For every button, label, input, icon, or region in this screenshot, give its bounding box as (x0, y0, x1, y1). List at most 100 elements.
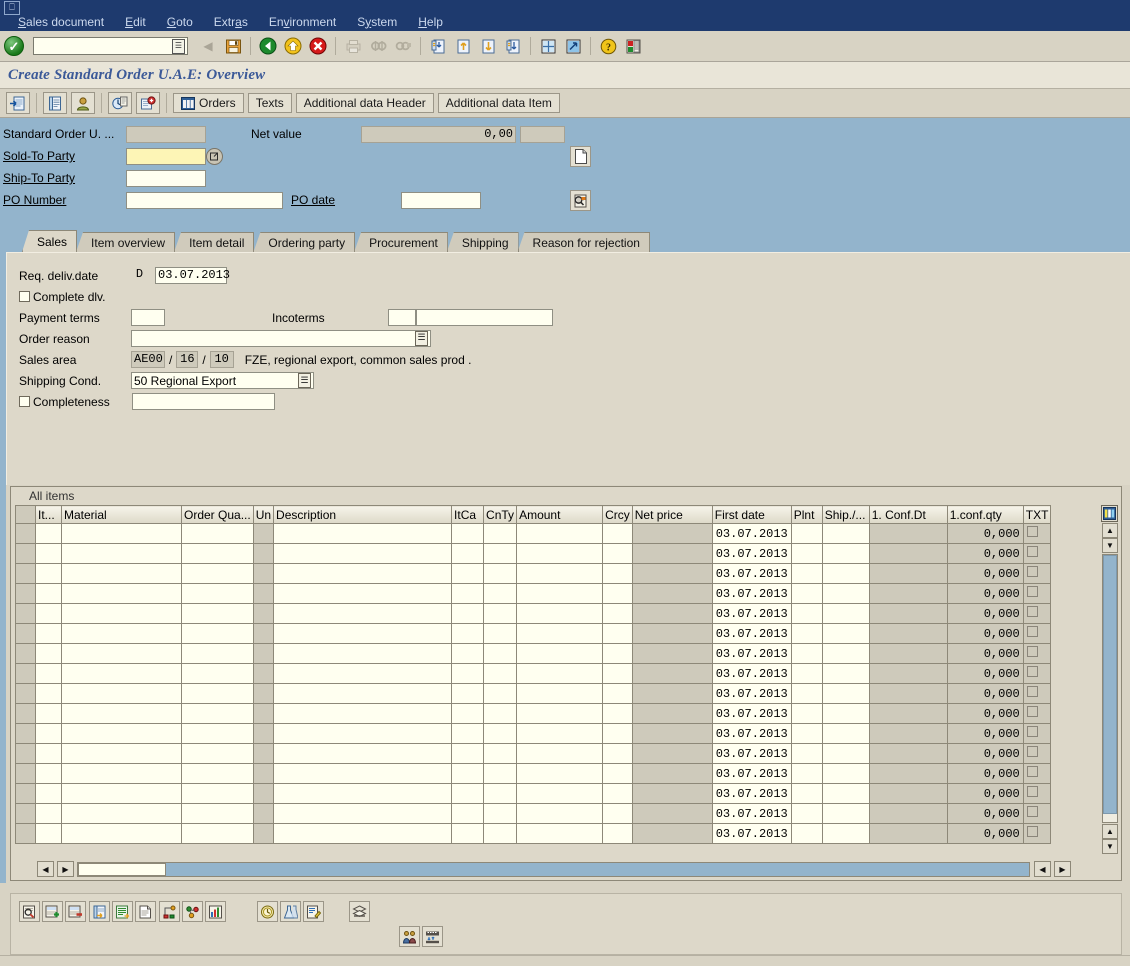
row-text-checkbox[interactable] (1027, 606, 1038, 617)
cell-description[interactable] (274, 764, 452, 784)
cell-crcy[interactable] (603, 764, 633, 784)
cell-first_date[interactable]: 03.07.2013 (712, 624, 791, 644)
cell-plnt[interactable] (791, 664, 822, 684)
cell-amount[interactable] (517, 764, 603, 784)
table-row[interactable]: 03.07.20130,000 (16, 604, 1051, 624)
column-header-txt[interactable]: TXT (1023, 506, 1051, 524)
row-text-checkbox[interactable] (1027, 646, 1038, 657)
cell-plnt[interactable] (791, 804, 822, 824)
cell-ship[interactable] (822, 764, 869, 784)
partners-button[interactable] (399, 926, 420, 947)
cell-plnt[interactable] (791, 824, 822, 844)
blank-document-icon[interactable] (570, 146, 591, 167)
cell-item[interactable] (36, 804, 62, 824)
cell-first_date[interactable]: 03.07.2013 (712, 524, 791, 544)
column-header-conf_qty[interactable]: 1.conf.qty (947, 506, 1023, 524)
item-conditions-button[interactable] (112, 901, 133, 922)
cell-crcy[interactable] (603, 564, 633, 584)
cell-crcy[interactable] (603, 544, 633, 564)
scroll-left-icon[interactable]: ◀ (37, 861, 54, 877)
cell-txt[interactable] (1023, 784, 1051, 804)
cell-crcy[interactable] (603, 604, 633, 624)
cell-material[interactable] (62, 704, 182, 724)
dropdown-list-icon[interactable]: ☰ (298, 373, 311, 388)
cell-item[interactable] (36, 564, 62, 584)
cell-txt[interactable] (1023, 804, 1051, 824)
cell-item[interactable] (36, 744, 62, 764)
cell-itca[interactable] (452, 604, 484, 624)
availability-button[interactable] (108, 92, 132, 114)
cell-itca[interactable] (452, 804, 484, 824)
cell-material[interactable] (62, 744, 182, 764)
column-header-amount[interactable]: Amount (517, 506, 603, 524)
table-row[interactable]: 03.07.20130,000 (16, 824, 1051, 844)
cell-sel[interactable] (16, 744, 36, 764)
cell-material[interactable] (62, 664, 182, 684)
cell-crcy[interactable] (603, 824, 633, 844)
create-session-icon[interactable] (537, 36, 559, 57)
cell-first_date[interactable]: 03.07.2013 (712, 744, 791, 764)
cell-order_qty[interactable] (182, 644, 254, 664)
row-text-checkbox[interactable] (1027, 806, 1038, 817)
row-text-checkbox[interactable] (1027, 746, 1038, 757)
cell-material[interactable] (62, 544, 182, 564)
cell-plnt[interactable] (791, 784, 822, 804)
incoterms-text-field[interactable] (416, 309, 553, 326)
cell-ship[interactable] (822, 564, 869, 584)
cell-material[interactable] (62, 784, 182, 804)
cell-txt[interactable] (1023, 764, 1051, 784)
column-settings-icon[interactable] (1101, 505, 1118, 522)
cell-order_qty[interactable] (182, 784, 254, 804)
cell-material[interactable] (62, 584, 182, 604)
cell-txt[interactable] (1023, 564, 1051, 584)
cell-material[interactable] (62, 604, 182, 624)
po-date-field[interactable] (401, 192, 481, 209)
cell-cnty[interactable] (484, 724, 517, 744)
cell-crcy[interactable] (603, 664, 633, 684)
cell-cnty[interactable] (484, 604, 517, 624)
cell-ship[interactable] (822, 664, 869, 684)
completeness-checkbox[interactable] (19, 396, 30, 407)
cell-itca[interactable] (452, 624, 484, 644)
tab-ordering-party[interactable]: Ordering party (253, 232, 355, 252)
cell-amount[interactable] (517, 824, 603, 844)
cell-crcy[interactable] (603, 524, 633, 544)
cell-material[interactable] (62, 724, 182, 744)
cell-txt[interactable] (1023, 744, 1051, 764)
system-menu-icon[interactable]: ⎕ (4, 1, 20, 15)
cell-description[interactable] (274, 624, 452, 644)
fast-change-button[interactable] (422, 926, 443, 947)
table-row[interactable]: 03.07.20130,000 (16, 644, 1051, 664)
cell-material[interactable] (62, 804, 182, 824)
payment-terms-field[interactable] (131, 309, 165, 326)
additional-data-header-button[interactable]: Additional data Header (296, 93, 434, 113)
ship-to-party-field[interactable] (126, 170, 206, 187)
cell-plnt[interactable] (791, 524, 822, 544)
configuration-button[interactable] (303, 901, 324, 922)
cell-sel[interactable] (16, 544, 36, 564)
menu-system[interactable]: System (357, 15, 397, 29)
cell-cnty[interactable] (484, 824, 517, 844)
cell-amount[interactable] (517, 724, 603, 744)
cell-first_date[interactable]: 03.07.2013 (712, 564, 791, 584)
cell-sel[interactable] (16, 824, 36, 844)
row-text-checkbox[interactable] (1027, 526, 1038, 537)
cell-first_date[interactable]: 03.07.2013 (712, 704, 791, 724)
cell-item[interactable] (36, 704, 62, 724)
cell-first_date[interactable]: 03.07.2013 (712, 584, 791, 604)
order-reason-field[interactable]: ☰ (131, 330, 431, 347)
table-row[interactable]: 03.07.20130,000 (16, 804, 1051, 824)
texts-button[interactable]: Texts (248, 93, 292, 113)
menu-extras[interactable]: Extras (214, 15, 248, 29)
cell-amount[interactable] (517, 604, 603, 624)
cell-item[interactable] (36, 764, 62, 784)
table-row[interactable]: 03.07.20130,000 (16, 684, 1051, 704)
menu-edit[interactable]: Edit (125, 15, 146, 29)
cell-itca[interactable] (452, 584, 484, 604)
column-header-net_price[interactable]: Net price (632, 506, 712, 524)
cell-plnt[interactable] (791, 744, 822, 764)
cell-first_date[interactable]: 03.07.2013 (712, 604, 791, 624)
search-help-icon[interactable] (206, 148, 223, 165)
cell-txt[interactable] (1023, 684, 1051, 704)
partner-button[interactable] (71, 92, 95, 114)
